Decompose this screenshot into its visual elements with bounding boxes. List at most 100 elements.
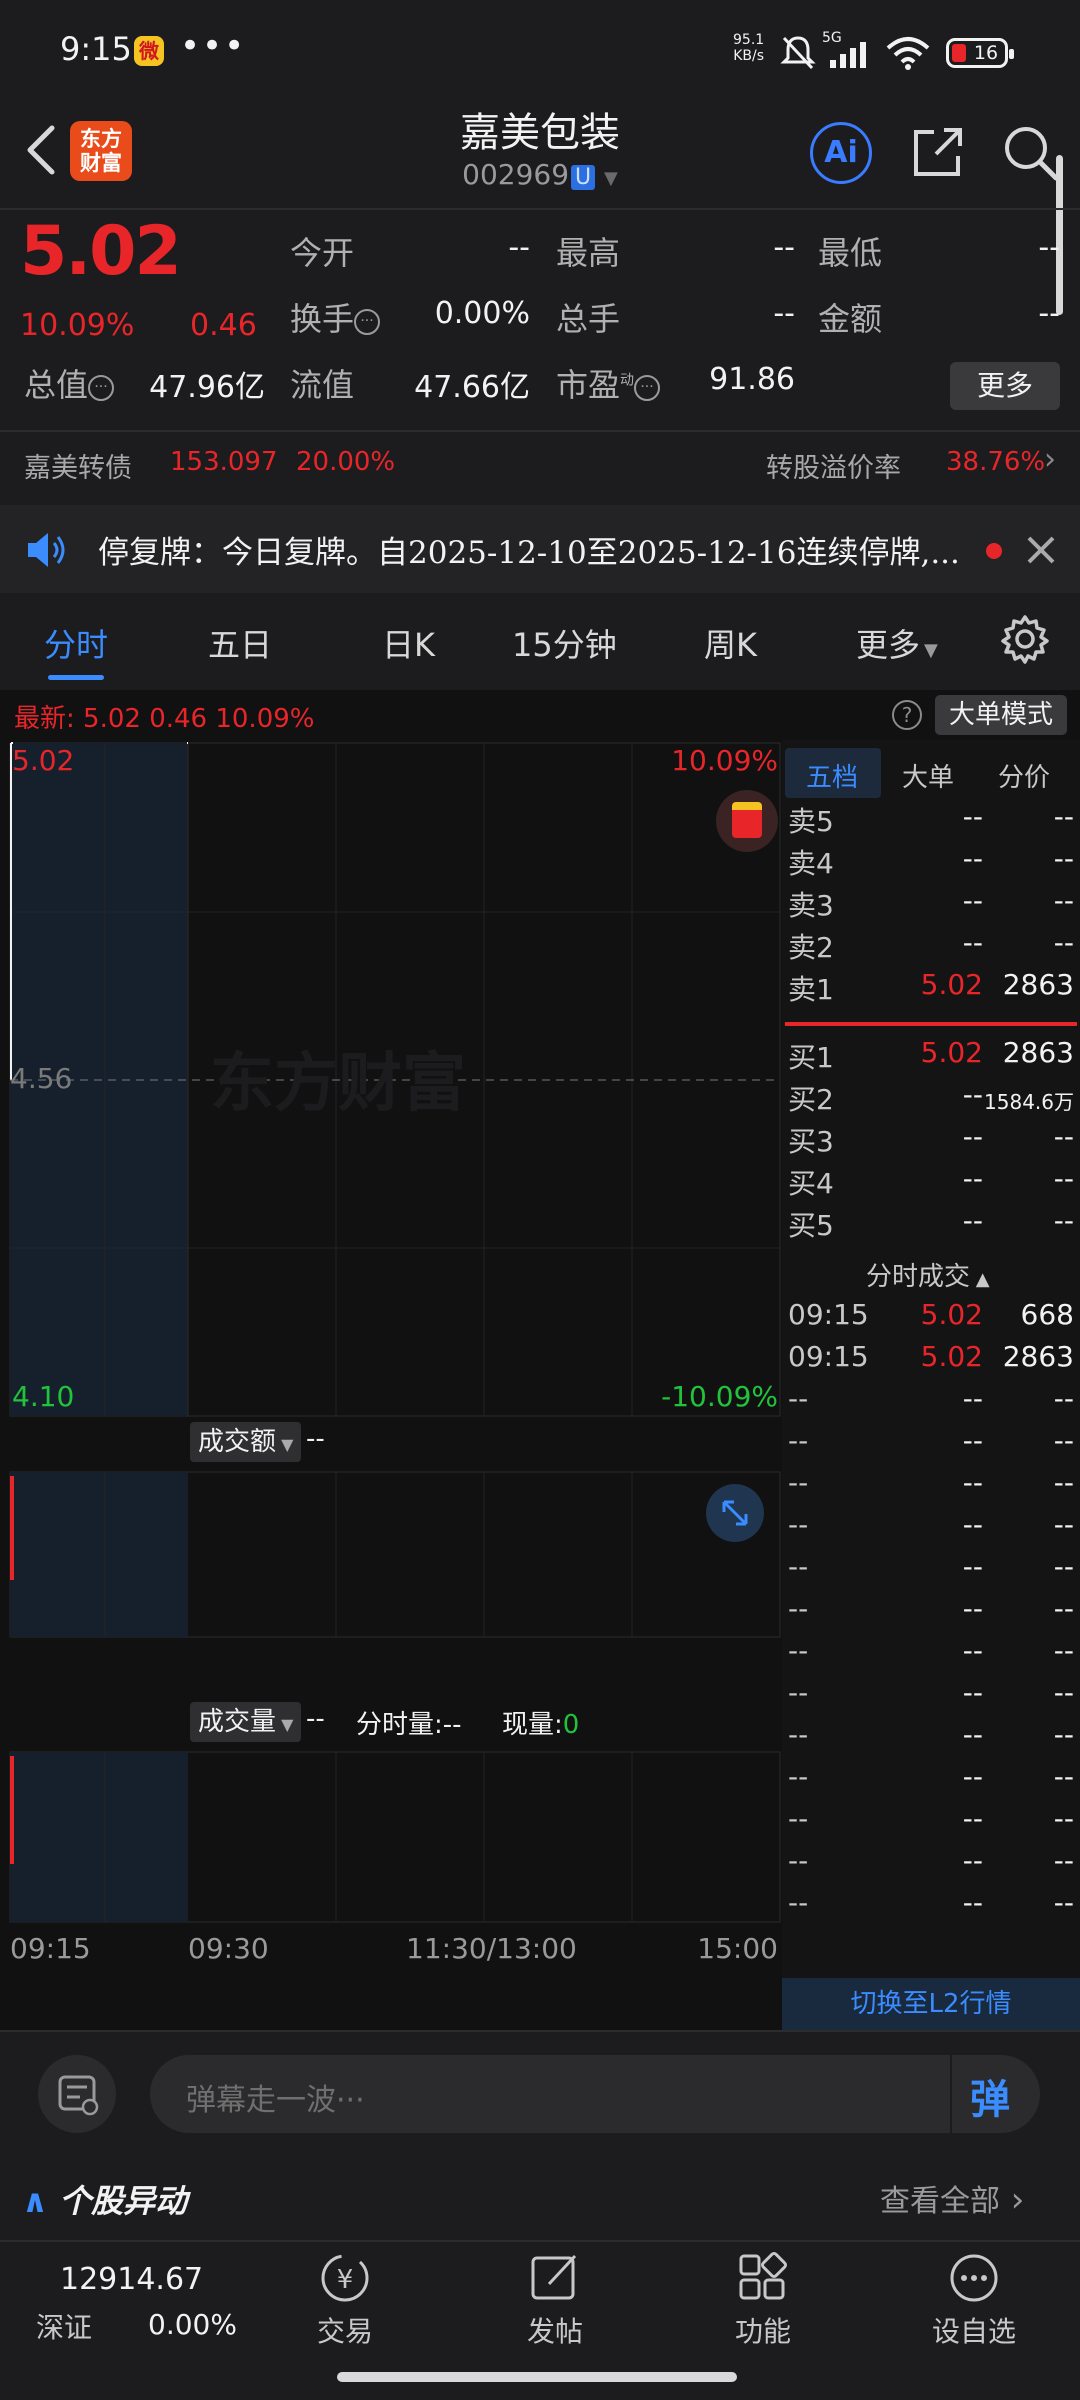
chevron-down-icon: ▼ [604, 168, 618, 189]
index-value[interactable]: 12914.67 [60, 2262, 203, 2297]
info-icon[interactable]: ··· [354, 308, 381, 335]
volume-dropdown[interactable]: 成交量 ▼ [190, 1702, 302, 1742]
tick-volume: -- [1053, 1760, 1074, 1793]
tab-weekly-k[interactable]: 周K [704, 620, 757, 666]
danmu-send-button[interactable]: 弹 [970, 2067, 1010, 2125]
tick-time: -- [788, 1844, 809, 1877]
info-icon[interactable]: ··· [88, 374, 115, 401]
tick-time: -- [788, 1718, 809, 1751]
tick-price: -- [962, 1592, 983, 1625]
bid-volume: -- [1053, 1162, 1074, 1195]
tick-row: -- -- -- [788, 1466, 1078, 1506]
amount-label: 金额 [818, 300, 883, 338]
tick-price: -- [962, 1466, 983, 1499]
stock-move-section[interactable]: ∧ 个股异动 [22, 2176, 187, 2222]
view-all-link[interactable]: 查看全部 › [880, 2176, 1024, 2220]
ob-tab-five-levels[interactable]: 五档 [806, 757, 858, 794]
home-indicator[interactable] [337, 2372, 737, 2382]
chevron-right-icon: › [1000, 2180, 1025, 2220]
chevron-up-icon: ∧ [22, 2182, 48, 2220]
tick-volume: -- [1053, 1550, 1074, 1583]
latest-pct: 10.09% [215, 704, 315, 734]
big-order-mode-button[interactable]: 大单模式 [935, 695, 1067, 735]
tick-volume: -- [1053, 1466, 1074, 1499]
current-volume-label: 现量: [502, 1710, 563, 1740]
pct-label-bottom: -10.09% [661, 1380, 778, 1413]
red-envelope-icon[interactable] [716, 790, 778, 852]
info-icon[interactable]: ··· [634, 374, 661, 401]
change-percent: 10.09% [20, 308, 135, 343]
nav-functions[interactable]: 功能 [718, 2250, 808, 2350]
bid-row: 买2 -- 1584.6万 [788, 1078, 1078, 1118]
intraday-chart[interactable]: 东方财富 5.02 4.56 4.10 10.09% -10.09% 09:15… [0, 740, 782, 1980]
market-cap-label[interactable]: 总值 ··· [24, 360, 115, 406]
ask-row: 卖5 -- -- [788, 800, 1078, 840]
ticks-title[interactable]: 分时成交 ▲ [866, 1256, 990, 1293]
nav-add-watchlist[interactable]: 设自选 [924, 2250, 1024, 2350]
ask-level-label: 卖5 [788, 805, 834, 838]
notice-banner[interactable]: 停复牌：今日复牌。自2025-12-10至2025-12-16连续停牌,... [0, 505, 1080, 593]
tick-row: -- -- -- [788, 1592, 1078, 1632]
index-name[interactable]: 深证 [36, 2306, 92, 2346]
bid-price: -- [962, 1078, 983, 1111]
tick-row: -- -- -- [788, 1508, 1078, 1548]
tab-intraday[interactable]: 分时 [44, 620, 108, 666]
y-label-top: 5.02 [12, 744, 74, 777]
turnover-label[interactable]: 换手 ··· [290, 294, 381, 340]
ob-tab-big-orders[interactable]: 大单 [902, 757, 954, 794]
time-axis-label: 11:30/13:00 [406, 1932, 577, 1965]
pe-label[interactable]: 市盈动 ··· [556, 360, 661, 406]
danmu-toggle-button[interactable] [38, 2055, 116, 2133]
bid-price: -- [962, 1204, 983, 1237]
view-all-text: 查看全部 [880, 2184, 1000, 2219]
pe-label-text: 市盈 [556, 366, 621, 404]
tick-row: -- -- -- [788, 1634, 1078, 1674]
notice-text: 停复牌：今日复牌。自2025-12-10至2025-12-16连续停牌,... [98, 535, 958, 571]
settings-gear-icon[interactable] [1000, 614, 1050, 664]
amount-value: -- [1038, 296, 1060, 331]
nav-trade[interactable]: ¥ 交易 [300, 2250, 390, 2350]
tick-price: 5.02 [920, 1340, 983, 1373]
tab-underline [48, 675, 104, 680]
ai-button[interactable]: Ai [810, 122, 872, 184]
amount-label: 成交额 [198, 1427, 277, 1457]
switch-l2-button[interactable]: 切换至L2行情 [782, 1978, 1080, 2030]
net-speed-value: 95.1 [733, 32, 765, 48]
ask-row: 卖1 5.02 2863 [788, 968, 1078, 1008]
help-icon[interactable]: ? [892, 700, 922, 730]
share-icon[interactable] [908, 122, 968, 182]
close-icon[interactable] [1026, 535, 1056, 565]
search-icon[interactable] [1000, 122, 1060, 182]
tick-volume: -- [1053, 1886, 1074, 1919]
speaker-icon [28, 533, 65, 567]
latest-quote-line: 最新: 5.02 0.46 10.09% [14, 698, 314, 735]
tab-15min[interactable]: 15分钟 [512, 620, 617, 666]
bid-row: 买4 -- -- [788, 1162, 1078, 1202]
ask-level-label: 卖2 [788, 931, 834, 964]
ask-level-label: 卖3 [788, 889, 834, 922]
nav-post[interactable]: 发帖 [510, 2250, 600, 2350]
tab-more[interactable]: 更多 ▼ [856, 620, 938, 666]
ob-tab-price-dist[interactable]: 分价 [998, 757, 1050, 794]
convertible-bond-row[interactable]: 嘉美转债 153.097 20.00% 转股溢价率 38.76% › [0, 432, 1080, 502]
caret-down-icon: ▼ [924, 640, 938, 661]
tick-time: -- [788, 1382, 809, 1415]
volume-value: -- [306, 1704, 325, 1734]
index-change[interactable]: 0.00% [148, 2308, 237, 2341]
expand-icon[interactable] [706, 1484, 764, 1542]
tick-row: 09:15 5.02 668 [788, 1298, 1078, 1338]
amount-dropdown[interactable]: 成交额 ▼ [190, 1422, 302, 1462]
divider [950, 2055, 952, 2133]
back-icon[interactable] [20, 120, 60, 180]
danmu-input-box[interactable]: 弹幕走一波··· 弹 [150, 2055, 1040, 2133]
app-logo: 东方 财富 [70, 121, 132, 181]
stock-code-selector[interactable]: 002969 U ▼ [440, 158, 640, 191]
tab-five-day[interactable]: 五日 [208, 620, 272, 666]
float-cap-label: 流值 [290, 366, 355, 404]
tab-daily-k[interactable]: 日K [382, 620, 435, 666]
bid-row: 买5 -- -- [788, 1204, 1078, 1244]
tick-price: -- [962, 1844, 983, 1877]
ticks-title-text: 分时成交 [866, 1262, 971, 1292]
more-button[interactable]: 更多 [950, 362, 1060, 410]
turnover-label-text: 换手 [290, 300, 355, 338]
